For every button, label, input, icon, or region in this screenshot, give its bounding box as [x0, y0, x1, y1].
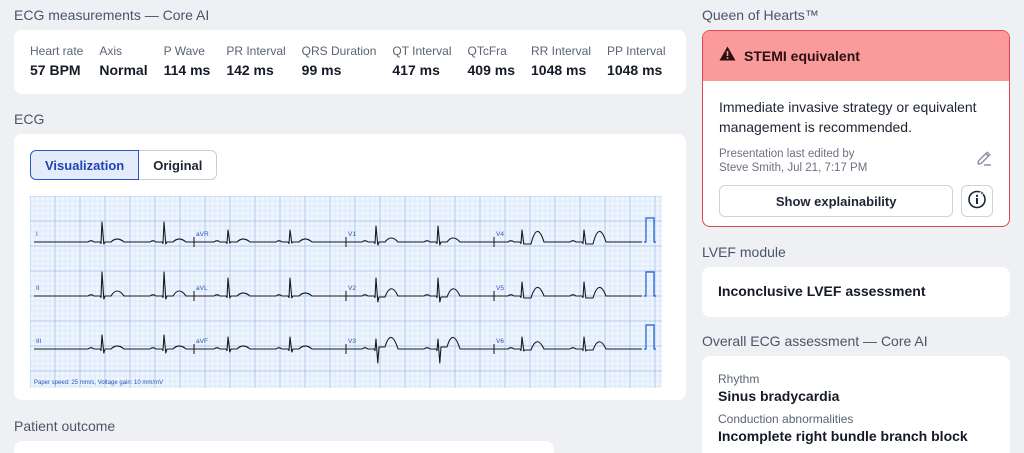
measurement-value: 99 ms — [301, 62, 342, 78]
ecg-card: Visualization Original IaVR V1 V4 II aVL V2 V5… — [14, 134, 686, 400]
measurement-label: PR Interval — [226, 44, 286, 58]
ecg-lead-label: I — [36, 231, 38, 238]
ecg-lead-label: V4 — [496, 231, 504, 238]
overall-assessment-title: Overall ECG assessment — Core AI — [702, 333, 928, 349]
queen-of-hearts-title: Queen of Hearts™ — [702, 7, 819, 23]
conduction-value: Incomplete right bundle branch block — [718, 428, 968, 444]
measurement-label: QT Interval — [392, 44, 452, 58]
warning-icon — [719, 46, 736, 66]
conduction-label: Conduction abnormalities — [718, 412, 854, 426]
info-sparkle-icon — [967, 188, 987, 214]
measurement-label: Heart rate — [30, 44, 84, 58]
measurement-label: Axis — [99, 44, 123, 58]
measurement-value: 57 BPM — [30, 62, 81, 78]
measurement-value: 1048 ms — [531, 62, 587, 78]
ecg-lead-label: aVL — [196, 285, 208, 292]
measurements-card: Heart rate 57 BPM Axis Normal P Wave 114 ms… — [14, 30, 686, 94]
stemi-alert-text: STEMI equivalent — [744, 48, 860, 64]
stemi-alert-header: STEMI equivalent — [703, 31, 1009, 81]
measurement-label: QTcFra — [467, 44, 507, 58]
measurement-label: PP Interval — [607, 44, 666, 58]
last-edited-by: Steve Smith, Jul 21, 7:17 PM — [719, 162, 868, 174]
info-button[interactable] — [961, 185, 993, 217]
ecg-lead-label: V5 — [496, 285, 504, 292]
measurement-label: QRS Duration — [301, 44, 377, 58]
measurement-pr-interval: PR Interval 142 ms — [226, 44, 285, 94]
measurement-heart-rate: Heart rate 57 BPM — [30, 44, 83, 94]
last-edited-info: Presentation last edited by Steve Smith,… — [719, 147, 993, 175]
measurement-value: Normal — [99, 62, 148, 78]
recommendation-text: Immediate invasive strategy or equivalen… — [719, 99, 977, 135]
lvef-value: Inconclusive LVEF assessment — [718, 283, 926, 299]
measurement-axis: Axis Normal — [99, 44, 147, 94]
patient-outcome-card — [14, 441, 554, 453]
ecg-lead-label: V1 — [348, 231, 356, 238]
measurement-qrs-duration: QRS Duration 99 ms — [302, 44, 377, 94]
patient-outcome-title: Patient outcome — [14, 418, 116, 434]
measurement-value: 1048 ms — [607, 62, 663, 78]
lvef-card: Inconclusive LVEF assessment — [702, 267, 1010, 317]
measurement-pp-interval: PP Interval 1048 ms — [607, 44, 665, 94]
ecg-title: ECG — [14, 111, 45, 127]
ecg-lead-label: V3 — [348, 338, 356, 345]
last-edited-label: Presentation last edited by — [719, 148, 855, 160]
measurement-value: 114 ms — [163, 62, 211, 78]
ecg-lead-label: V2 — [348, 285, 356, 292]
tab-visualization[interactable]: Visualization — [30, 150, 140, 180]
rhythm-label: Rhythm — [718, 372, 760, 386]
measurement-p-wave: P Wave 114 ms — [164, 44, 211, 94]
ecg-tracing: IaVR V1 V4 II aVL V2 V5 III aVF V3 V6 Paper speed: … — [30, 196, 662, 388]
ecg-lead-label: aVF — [196, 338, 208, 345]
measurement-qt-interval: QT Interval 417 ms — [392, 44, 451, 94]
measurement-label: RR Interval — [531, 44, 592, 58]
edit-pencil-icon[interactable] — [975, 149, 993, 172]
ecg-lead-label: III — [36, 338, 42, 345]
overall-assessment-card: Rhythm Sinus bradycardia Conduction abno… — [702, 356, 1010, 453]
ecg-view-toggle: Visualization Original — [30, 150, 218, 180]
measurement-label: P Wave — [163, 44, 205, 58]
ecg-lead-label: aVR — [196, 231, 209, 238]
measurements-title: ECG measurements — Core AI — [14, 7, 210, 23]
ecg-lead-label: II — [36, 285, 40, 292]
measurement-qtcfra: QTcFra 409 ms — [468, 44, 515, 94]
lvef-title: LVEF module — [702, 244, 786, 260]
queen-of-hearts-card: STEMI equivalent Immediate invasive stra… — [702, 30, 1010, 227]
ecg-lead-label: V6 — [496, 338, 504, 345]
rhythm-value: Sinus bradycardia — [718, 388, 840, 404]
measurement-value: 417 ms — [392, 62, 440, 78]
tab-original[interactable]: Original — [139, 150, 218, 180]
measurement-value: 142 ms — [226, 62, 274, 78]
measurement-rr-interval: RR Interval 1048 ms — [531, 44, 591, 94]
measurement-value: 409 ms — [467, 62, 515, 78]
ecg-paper-speed: Paper speed: 25 mm/s, Voltage gain: 10 m… — [34, 380, 163, 386]
show-explainability-button[interactable]: Show explainability — [719, 185, 954, 217]
